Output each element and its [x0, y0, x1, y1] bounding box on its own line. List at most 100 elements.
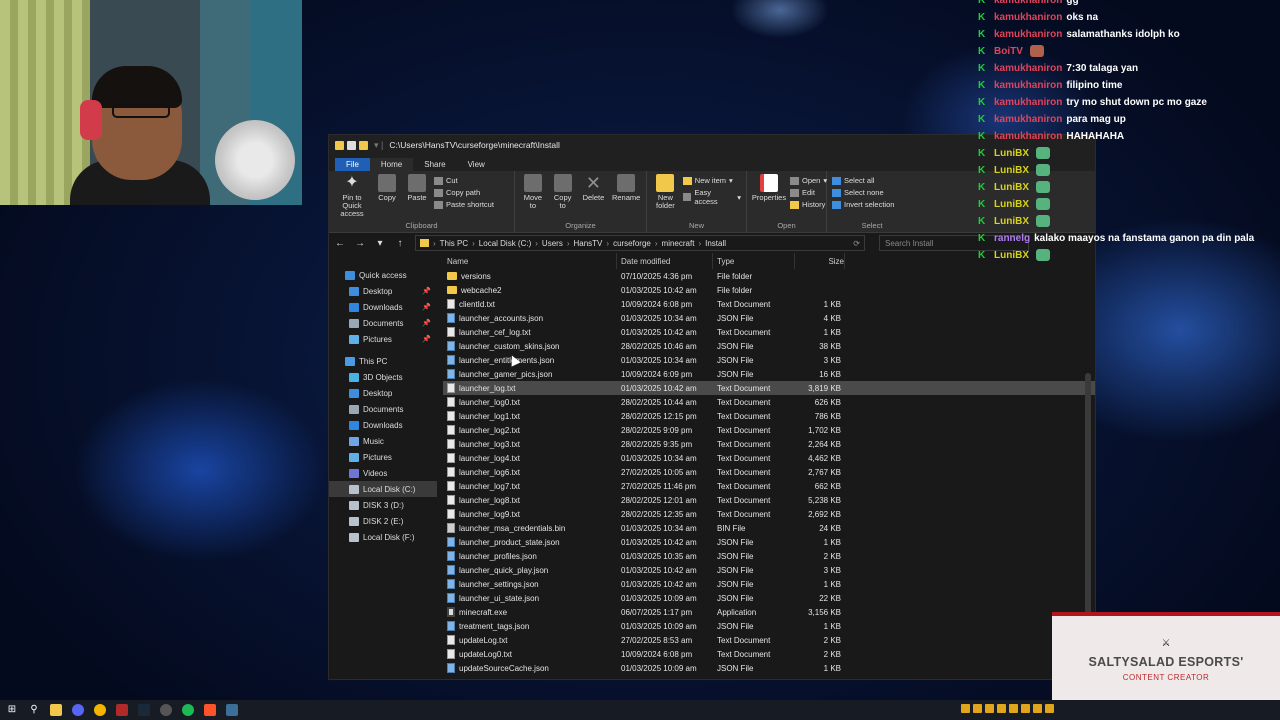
pin-to-quick-access-button[interactable]: ✦ Pin to Quick access	[334, 174, 370, 221]
file-row[interactable]: launcher_msa_credentials.bin 01/03/2025 1…	[443, 521, 1095, 535]
edit-button[interactable]: Edit	[790, 188, 827, 197]
refresh-icon[interactable]: ⟳	[853, 239, 860, 248]
tab-file[interactable]: File	[335, 158, 370, 171]
select-all-button[interactable]: Select all	[832, 176, 894, 185]
chat-username[interactable]: kamukhaniron	[994, 11, 1062, 25]
forward-arrow-icon[interactable]: →	[355, 238, 365, 249]
nav-quick-desktop[interactable]: Desktop 📌	[329, 283, 437, 299]
file-row[interactable]: updateLog0.txt 10/09/2024 6:08 pm Text Doc…	[443, 647, 1095, 661]
invert-selection-button[interactable]: Invert selection	[832, 200, 894, 209]
open-button[interactable]: Open ▾	[790, 176, 827, 185]
obs-icon[interactable]	[160, 704, 172, 716]
file-row[interactable]: launcher_accounts.json 01/03/2025 10:34 a…	[443, 311, 1095, 325]
chat-username[interactable]: kamukhaniron	[994, 28, 1062, 42]
paste-button[interactable]: Paste	[404, 174, 430, 221]
copy-path-button[interactable]: Copy path	[434, 188, 494, 197]
recent-locations-icon[interactable]: ▾	[375, 238, 385, 249]
nav-disk-3-d[interactable]: DISK 3 (D:)	[329, 497, 437, 513]
paste-shortcut-button[interactable]: Paste shortcut	[434, 200, 494, 209]
new-folder-button[interactable]: New folder	[652, 174, 679, 221]
file-row[interactable]: launcher_gamer_pics.json 10/09/2024 6:09 …	[443, 367, 1095, 381]
file-row[interactable]: minecraft.exe 06/07/2025 1:17 pm Applicati…	[443, 605, 1095, 619]
chat-username[interactable]: kamukhaniron	[994, 62, 1062, 76]
app-icon[interactable]	[116, 704, 128, 716]
history-button[interactable]: History	[790, 200, 827, 209]
tray-icon[interactable]	[961, 704, 970, 713]
file-row[interactable]: launcher_cef_log.txt 01/03/2025 10:42 am T…	[443, 325, 1095, 339]
rename-button[interactable]: Rename	[611, 174, 641, 221]
file-row[interactable]: launcher_log.txt 01/03/2025 10:42 am Text …	[443, 381, 1095, 395]
breadcrumb-install[interactable]: Install	[705, 239, 726, 248]
discord-icon[interactable]	[72, 704, 84, 716]
windows-start-icon[interactable]: ⊞	[6, 704, 18, 716]
nav-this-pc[interactable]: This PC	[329, 353, 437, 369]
tab-home[interactable]: Home	[369, 158, 414, 171]
file-row[interactable]: launcher_profiles.json 01/03/2025 10:35 a…	[443, 549, 1095, 563]
up-arrow-icon[interactable]: ↑	[395, 238, 405, 249]
tray-icon[interactable]	[1009, 704, 1018, 713]
chat-username[interactable]: LuniBX	[994, 215, 1029, 229]
file-row[interactable]: treatment_tags.json 01/03/2025 10:09 am JS…	[443, 619, 1095, 633]
new-item-button[interactable]: New item ▾	[682, 176, 741, 185]
chat-username[interactable]: LuniBX	[994, 147, 1029, 161]
file-row[interactable]: versions 07/10/2025 4:36 pm File folder	[443, 269, 1095, 283]
delete-button[interactable]: ✕ Delete	[580, 174, 608, 221]
breadcrumb-this-pc[interactable]: This PC	[440, 239, 468, 248]
chat-username[interactable]: rannelg	[994, 232, 1030, 246]
chat-username[interactable]: LuniBX	[994, 181, 1029, 195]
breadcrumb-curseforge[interactable]: curseforge	[613, 239, 651, 248]
cut-button[interactable]: Cut	[434, 176, 494, 185]
nav-quick-downloads[interactable]: Downloads 📌	[329, 299, 437, 315]
chat-username[interactable]: LuniBX	[994, 249, 1029, 263]
tray-icon[interactable]	[997, 704, 1006, 713]
breadcrumb-minecraft[interactable]: minecraft	[662, 239, 695, 248]
nav-quick-access[interactable]: Quick access	[329, 267, 437, 283]
customize-icon[interactable]: ▾ |	[374, 140, 383, 151]
tab-share[interactable]: Share	[413, 158, 456, 171]
file-row[interactable]: launcher_log2.txt 28/02/2025 9:09 pm Text …	[443, 423, 1095, 437]
file-row[interactable]: launcher_product_state.json 01/03/2025 10…	[443, 535, 1095, 549]
new-folder-icon[interactable]	[359, 140, 368, 150]
nav-documents[interactable]: Documents	[329, 401, 437, 417]
steam-client-icon[interactable]	[226, 704, 238, 716]
file-row[interactable]: launcher_log4.txt 01/03/2025 10:34 am Text…	[443, 451, 1095, 465]
chat-username[interactable]: BoiTV	[994, 45, 1023, 59]
move-to-button[interactable]: Move to	[520, 174, 546, 221]
tray-icon[interactable]	[973, 704, 982, 713]
chat-username[interactable]: kamukhaniron	[994, 113, 1062, 127]
nav-disk-2-e[interactable]: DISK 2 (E:)	[329, 513, 437, 529]
chat-username[interactable]: kamukhaniron	[994, 96, 1062, 110]
file-row[interactable]: clientId.txt 10/09/2024 6:08 pm Text Docum…	[443, 297, 1095, 311]
breadcrumb-users[interactable]: Users	[542, 239, 563, 248]
file-row[interactable]: launcher_quick_play.json 01/03/2025 10:42…	[443, 563, 1095, 577]
file-row[interactable]: updateSourceCache.json 01/03/2025 10:09 a…	[443, 661, 1095, 675]
nav-local-disk-c[interactable]: Local Disk (C:)	[329, 481, 437, 497]
chrome-icon[interactable]	[94, 704, 106, 716]
nav-videos[interactable]: Videos	[329, 465, 437, 481]
file-explorer-taskbar-icon[interactable]	[50, 704, 62, 716]
nav-music[interactable]: Music	[329, 433, 437, 449]
nav-3d-objects[interactable]: 3D Objects	[329, 369, 437, 385]
steam-icon[interactable]	[138, 704, 150, 716]
chat-username[interactable]: kamukhaniron	[994, 0, 1062, 8]
file-row[interactable]: launcher_log3.txt 28/02/2025 9:35 pm Text …	[443, 437, 1095, 451]
copy-to-button[interactable]: Copy to	[550, 174, 576, 221]
nav-local-disk-f[interactable]: Local Disk (F:)	[329, 529, 437, 545]
breadcrumb-hanstv[interactable]: HansTV	[573, 239, 602, 248]
spotify-icon[interactable]	[182, 704, 194, 716]
file-row[interactable]: launcher_ui_state.json 01/03/2025 10:09 a…	[443, 591, 1095, 605]
file-row[interactable]: launcher_log8.txt 28/02/2025 12:01 am Text…	[443, 493, 1095, 507]
search-icon[interactable]: ⚲	[28, 704, 40, 716]
column-date-modified[interactable]: Date modified	[617, 253, 713, 269]
address-bar[interactable]: › This PC › Local Disk (C:) › Users › HansT…	[415, 235, 865, 251]
tray-icon[interactable]	[985, 704, 994, 713]
column-type[interactable]: Type	[713, 253, 795, 269]
column-name[interactable]: Name	[443, 253, 617, 269]
file-row[interactable]: webcache2 01/03/2025 10:42 am File folder	[443, 283, 1095, 297]
copy-button[interactable]: Copy	[374, 174, 400, 221]
chat-username[interactable]: LuniBX	[994, 198, 1029, 212]
nav-pictures[interactable]: Pictures	[329, 449, 437, 465]
chat-username[interactable]: LuniBX	[994, 164, 1029, 178]
back-arrow-icon[interactable]: ←	[335, 238, 345, 249]
nav-quick-pictures[interactable]: Pictures 📌	[329, 331, 437, 347]
